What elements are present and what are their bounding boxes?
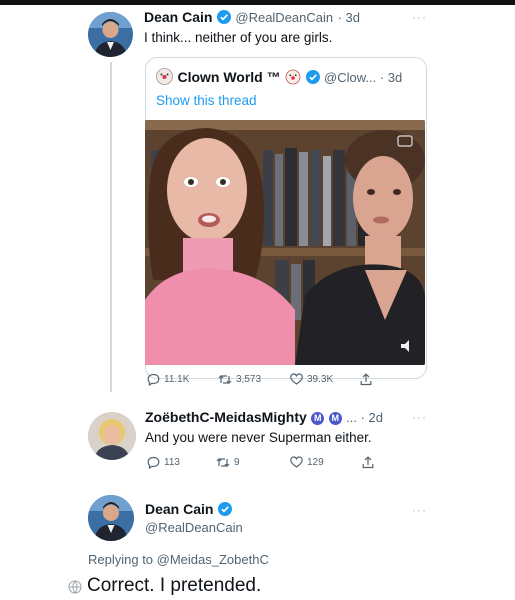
heart-icon: [290, 456, 303, 468]
m-badge-icon: M: [328, 412, 342, 425]
avatar[interactable]: [88, 495, 134, 541]
verified-badge-icon: [217, 502, 232, 521]
author-handle[interactable]: @RealDeanCain: [145, 520, 243, 535]
author-name[interactable]: Dean Cain: [145, 501, 213, 517]
reply-action[interactable]: 113: [147, 456, 180, 469]
top-border: [0, 0, 515, 5]
timestamp[interactable]: · 3d: [338, 10, 360, 25]
more-options-icon[interactable]: ···: [412, 503, 427, 517]
tweet-text: And you were never Superman either.: [145, 430, 372, 445]
thread-connector-line: [110, 62, 112, 392]
like-count: 39.3K: [307, 373, 334, 385]
author-name[interactable]: ZoëbethC-MeidasMighty: [145, 409, 307, 425]
like-action[interactable]: 129: [290, 456, 324, 468]
quoted-author-name[interactable]: Clown World ™: [177, 69, 280, 85]
quoted-handle-time[interactable]: @Clow... · 3d: [324, 70, 402, 85]
avatar[interactable]: [88, 412, 136, 460]
more-options-icon[interactable]: ···: [412, 410, 427, 424]
tweet-text: Correct. I pretended.: [87, 575, 262, 596]
person-avatar-icon: [88, 495, 134, 541]
heart-icon: [290, 373, 303, 385]
retweet-count: 3,573: [236, 374, 262, 385]
avatar[interactable]: [88, 12, 133, 57]
verified-badge-icon: [305, 70, 320, 89]
retweet-action[interactable]: 9: [216, 456, 240, 469]
replying-to[interactable]: Replying to @Meidas_ZobethC: [88, 552, 269, 567]
tweet-text: I think... neither of you are girls.: [144, 30, 333, 45]
reply-count: 11.1K: [164, 374, 190, 385]
retweet-icon: [218, 375, 232, 384]
tweet-header: ZoëbethC-MeidasMighty M M ... · 2d: [145, 409, 383, 427]
author-handle[interactable]: @RealDeanCain: [235, 10, 333, 25]
clown-emoji-icon: [285, 69, 301, 90]
timestamp[interactable]: ... · 2d: [346, 410, 383, 425]
show-thread-link[interactable]: Show this thread: [156, 93, 257, 108]
retweet-count: 9: [234, 457, 240, 468]
reply-icon: [147, 373, 160, 386]
retweet-icon: [216, 458, 230, 467]
tweet-header: Dean Cain @RealDeanCain · 3d: [144, 9, 360, 29]
retweet-action[interactable]: 3,573: [218, 373, 261, 386]
quoted-header: Clown World ™ @Clow... · 3d: [156, 68, 402, 90]
person-avatar-icon: [88, 412, 136, 460]
m-badge-icon: M: [311, 412, 325, 425]
globe-icon: [68, 580, 82, 599]
author-name[interactable]: Dean Cain: [144, 9, 212, 25]
like-count: 129: [307, 456, 324, 468]
tweet-header: Dean Cain: [145, 501, 232, 521]
reply-action[interactable]: 11.1K: [147, 373, 189, 386]
reply-count: 113: [164, 457, 180, 468]
share-icon[interactable]: [362, 456, 374, 469]
more-options-icon[interactable]: ···: [412, 10, 427, 24]
like-action[interactable]: 39.3K: [290, 373, 333, 385]
clown-avatar-icon: [156, 68, 173, 90]
share-icon[interactable]: [360, 373, 372, 386]
video-thumbnail[interactable]: [145, 120, 425, 365]
reply-icon: [147, 456, 160, 469]
verified-badge-icon: [216, 10, 231, 29]
person-avatar-icon: [88, 12, 133, 57]
